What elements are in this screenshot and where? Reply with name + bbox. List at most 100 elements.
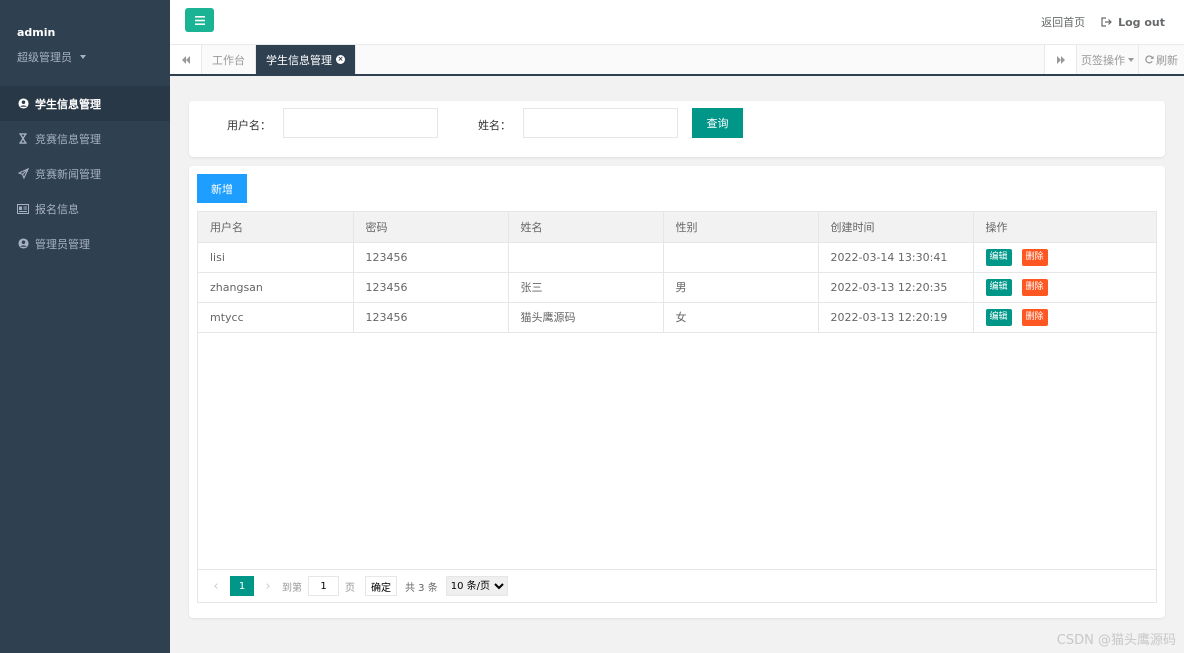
cell-gender: 女 (663, 302, 819, 333)
cell-name: 猫头鹰源码 (508, 302, 664, 333)
caret-down-icon (1128, 57, 1134, 62)
query-button[interactable]: 查询 (692, 108, 743, 138)
cell-gender: 男 (663, 272, 819, 303)
sidebar-item-label: 报名信息 (35, 202, 79, 216)
pagination: ‹ 1 › 到第 页 确定 共 3 条 10 条/页 (198, 569, 1156, 602)
sidebar-item-student-info[interactable]: 学生信息管理 (0, 86, 170, 121)
cell-actions: 编辑 删除 (973, 242, 1157, 273)
caret-down-icon (80, 55, 86, 59)
hamburger-icon (194, 15, 205, 25)
tab-label: 工作台 (212, 53, 245, 67)
watermark: CSDN @猫头鹰源码 (1056, 633, 1176, 648)
sidebar-item-label: 竞赛新闻管理 (35, 167, 101, 181)
search-panel: 用户名： 姓名： 查询 (189, 101, 1165, 157)
page-size-select[interactable]: 10 条/页 (445, 576, 508, 596)
add-button[interactable]: 新增 (197, 174, 247, 203)
tab-label: 学生信息管理 (266, 53, 332, 67)
column-header[interactable]: 性别 (663, 212, 819, 243)
sidebar-item-label: 学生信息管理 (35, 97, 101, 111)
name-search-input[interactable] (523, 108, 678, 138)
user-circle-icon (17, 98, 29, 110)
cell-name (508, 242, 664, 273)
table-header-row: 用户名 密码 姓名 性别 创建时间 操作 (198, 212, 1156, 243)
tab-workbench[interactable]: 工作台 (202, 45, 256, 74)
sidebar-item-label: 竞赛信息管理 (35, 132, 101, 146)
tab-scroll-right-button[interactable] (1044, 45, 1076, 74)
menu-toggle-button[interactable] (185, 8, 214, 32)
total-count: 共 3 条 (405, 582, 438, 594)
tab-bar: 工作台 学生信息管理 × 页签操作 刷新 (170, 45, 1184, 76)
delete-button[interactable]: 删除 (1021, 278, 1048, 296)
cell-name: 张三 (508, 272, 664, 303)
row-actions: 编辑 删除 (985, 248, 1157, 266)
tab-operations-dropdown[interactable]: 页签操作 (1076, 45, 1138, 74)
cell-gender (663, 242, 819, 273)
cell-username: lisi (198, 242, 354, 273)
column-header[interactable]: 创建时间 (818, 212, 974, 243)
column-header[interactable]: 用户名 (198, 212, 354, 243)
close-icon[interactable]: × (336, 55, 345, 64)
cell-password: 123456 (353, 272, 509, 303)
row-actions: 编辑 删除 (985, 308, 1157, 326)
column-header: 操作 (973, 212, 1156, 243)
cell-actions: 编辑 删除 (973, 272, 1157, 303)
paper-plane-icon (17, 168, 29, 180)
user-profile: admin 超级管理员 (0, 0, 170, 86)
cell-actions: 编辑 删除 (973, 302, 1157, 333)
double-chevron-right-icon (1056, 55, 1065, 64)
username-search-input[interactable] (283, 108, 438, 138)
cell-created: 2022-03-13 12:20:35 (818, 272, 974, 303)
edit-button[interactable]: 编辑 (985, 308, 1012, 326)
cell-password: 123456 (353, 242, 509, 273)
tab-operations-label: 页签操作 (1081, 53, 1125, 67)
id-card-icon (17, 203, 29, 215)
delete-button[interactable]: 删除 (1021, 248, 1048, 266)
top-bar: 返回首页 Log out (170, 0, 1184, 45)
goto-page-input[interactable] (308, 576, 339, 596)
row-actions: 编辑 删除 (985, 278, 1157, 296)
cell-username: zhangsan (198, 272, 354, 303)
home-link[interactable]: 返回首页 (1041, 14, 1085, 30)
page-unit-label: 页 (345, 582, 355, 594)
sidebar: admin 超级管理员 学生信息管理 竞赛信息管理 竞赛新闻管理 报名信息 管理… (0, 0, 170, 653)
table-row[interactable]: lisi 123456 2022-03-14 13:30:41 编辑 删除 (198, 242, 1157, 273)
cell-created: 2022-03-14 13:30:41 (818, 242, 974, 273)
sidebar-item-competition-info[interactable]: 竞赛信息管理 (0, 121, 170, 156)
page-tabs: 工作台 学生信息管理 × (202, 45, 356, 74)
column-header[interactable]: 姓名 (508, 212, 664, 243)
sidebar-item-competition-news[interactable]: 竞赛新闻管理 (0, 156, 170, 191)
table-row[interactable]: zhangsan 123456 张三 男 2022-03-13 12:20:35… (198, 272, 1157, 303)
page-number-current[interactable]: 1 (230, 576, 254, 596)
user-role-dropdown[interactable]: 超级管理员 (17, 49, 86, 65)
data-table: 用户名 密码 姓名 性别 创建时间 操作 lisi 123456 2022-03… (197, 211, 1157, 603)
sign-out-icon (1101, 17, 1112, 27)
cell-username: mtycc (198, 302, 354, 333)
refresh-button[interactable]: 刷新 (1138, 45, 1184, 74)
double-chevron-left-icon (181, 55, 190, 64)
refresh-label: 刷新 (1156, 53, 1178, 67)
name-label: 姓名： (478, 119, 511, 132)
hourglass-icon (17, 133, 29, 145)
user-role-label: 超级管理员 (17, 51, 72, 64)
edit-button[interactable]: 编辑 (985, 248, 1012, 266)
delete-button[interactable]: 删除 (1021, 308, 1048, 326)
tab-scroll-left-button[interactable] (170, 45, 202, 74)
logout-label: Log out (1118, 15, 1165, 29)
tab-student-info[interactable]: 学生信息管理 × (256, 45, 356, 74)
top-links: 返回首页 Log out (1041, 14, 1165, 30)
sidebar-item-label: 管理员管理 (35, 237, 90, 251)
next-page-icon[interactable]: › (260, 579, 276, 594)
goto-label: 到第 (282, 582, 302, 594)
cell-created: 2022-03-13 12:20:19 (818, 302, 974, 333)
edit-button[interactable]: 编辑 (985, 278, 1012, 296)
table-row[interactable]: mtycc 123456 猫头鹰源码 女 2022-03-13 12:20:19… (198, 302, 1157, 333)
sidebar-item-registration[interactable]: 报名信息 (0, 191, 170, 226)
column-header[interactable]: 密码 (353, 212, 509, 243)
goto-confirm-button[interactable]: 确定 (365, 576, 397, 596)
sidebar-item-admin-management[interactable]: 管理员管理 (0, 226, 170, 261)
username-label: 用户名： (227, 119, 271, 132)
logout-link[interactable]: Log out (1101, 16, 1165, 29)
sidebar-nav: 学生信息管理 竞赛信息管理 竞赛新闻管理 报名信息 管理员管理 (0, 86, 170, 261)
prev-page-icon[interactable]: ‹ (208, 579, 224, 594)
cell-password: 123456 (353, 302, 509, 333)
